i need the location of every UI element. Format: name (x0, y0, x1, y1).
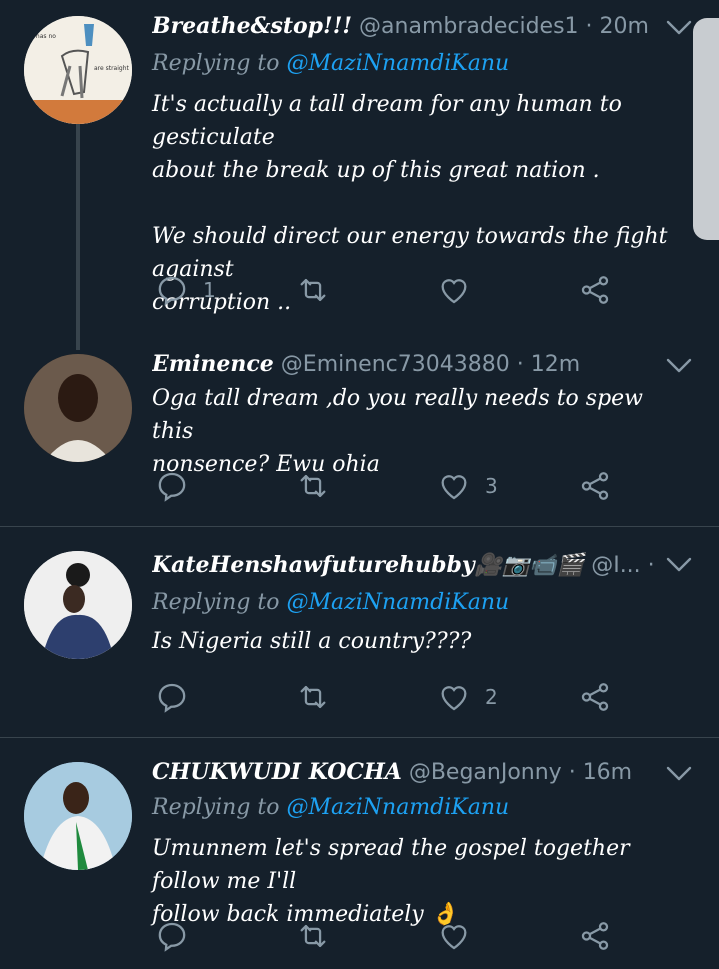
share-button[interactable] (578, 677, 612, 717)
share-button[interactable] (578, 916, 612, 956)
tweet-actions: 2 (0, 677, 719, 717)
mention-link[interactable]: @MaziNnamdiKanu (287, 51, 510, 76)
separator-dot: · (647, 553, 655, 578)
reply-button[interactable] (155, 466, 203, 506)
replying-to-label: Replying to (152, 590, 280, 615)
share-icon (578, 680, 612, 714)
like-button[interactable]: 3 (437, 466, 498, 506)
chevron-down-icon[interactable] (665, 555, 693, 575)
tweet-header: KateHenshawfuturehubby🎥📷📹🎬 @I... · 24m (152, 551, 659, 580)
like-count: 2 (485, 685, 498, 709)
avatar[interactable]: it has no are straight (24, 16, 132, 124)
retweet-icon (296, 469, 330, 503)
separator-dot: · (585, 14, 593, 39)
reply-icon (155, 680, 189, 714)
chevron-down-icon[interactable] (665, 356, 693, 376)
mention-link[interactable]: @MaziNnamdiKanu (287, 795, 510, 820)
retweet-button[interactable] (296, 677, 344, 717)
svg-text:it has no: it has no (30, 33, 56, 40)
user-handle[interactable]: @I... (591, 553, 640, 578)
reply-button[interactable] (155, 677, 203, 717)
avatar[interactable] (24, 354, 132, 462)
like-button[interactable] (437, 270, 485, 310)
tweet-1[interactable]: it has no are straight Breathe&stop!!! @… (0, 0, 719, 350)
like-count: 3 (485, 474, 498, 498)
display-name[interactable]: CHUKWUDI KOCHA (152, 759, 402, 785)
replying-to-label: Replying to (152, 51, 280, 76)
replying-to-label: Replying to (152, 795, 280, 820)
replying-to: Replying to @MaziNnamdiKanu (152, 794, 509, 822)
timestamp[interactable]: 20m (600, 14, 649, 39)
tweet-header: CHUKWUDI KOCHA @BeganJonny · 16m (152, 758, 659, 787)
user-handle[interactable]: @anambradecides1 (359, 14, 579, 39)
user-handle[interactable]: @Eminenc73043880 (281, 352, 510, 377)
like-button[interactable] (437, 916, 485, 956)
retweet-icon (296, 273, 330, 307)
retweet-button[interactable] (296, 916, 344, 956)
reply-icon (155, 469, 189, 503)
retweet-icon (296, 919, 330, 953)
tweet-header: Eminence @Eminenc73043880 · 12m (152, 350, 659, 379)
reply-button[interactable]: 1 (155, 270, 216, 310)
thread-line (76, 124, 80, 350)
timestamp[interactable]: 12m (531, 352, 580, 377)
reply-count: 1 (203, 278, 216, 302)
separator-dot: · (516, 352, 524, 377)
like-icon (437, 469, 471, 503)
like-icon (437, 680, 471, 714)
tweet-header: Breathe&stop!!! @anambradecides1 · 20m (152, 12, 659, 41)
display-name[interactable]: Eminence (152, 351, 274, 377)
tweet-4[interactable]: CHUKWUDI KOCHA @BeganJonny · 16m Replyin… (0, 738, 719, 969)
retweet-icon (296, 680, 330, 714)
user-handle[interactable]: @BeganJonny (409, 760, 562, 785)
like-button[interactable]: 2 (437, 677, 498, 717)
tweet-text: Is Nigeria still a country???? (152, 629, 472, 654)
tweet-actions: 3 (0, 466, 719, 506)
tweet-2[interactable]: Eminence @Eminenc73043880 · 12m Oga tall… (0, 340, 719, 527)
chevron-down-icon[interactable] (665, 764, 693, 784)
retweet-button[interactable] (296, 466, 344, 506)
tweet-actions: 1 (0, 270, 719, 310)
share-button[interactable] (578, 270, 612, 310)
share-icon (578, 919, 612, 953)
like-icon (437, 919, 471, 953)
reply-icon (155, 919, 189, 953)
timestamp[interactable]: 16m (583, 760, 632, 785)
share-icon (578, 469, 612, 503)
display-name[interactable]: Breathe&stop!!! (152, 13, 352, 39)
reply-button[interactable] (155, 916, 203, 956)
display-name[interactable]: KateHenshawfuturehubby🎥📷📹🎬 (152, 552, 584, 578)
replying-to: Replying to @MaziNnamdiKanu (152, 50, 509, 78)
tweet-actions (0, 916, 719, 956)
share-button[interactable] (578, 466, 612, 506)
avatar[interactable] (24, 551, 132, 659)
replying-to: Replying to @MaziNnamdiKanu (152, 589, 509, 617)
share-icon (578, 273, 612, 307)
reply-icon (155, 273, 189, 307)
tweet-3[interactable]: KateHenshawfuturehubby🎥📷📹🎬 @I... · 24m R… (0, 527, 719, 738)
mention-link[interactable]: @MaziNnamdiKanu (287, 590, 510, 615)
retweet-button[interactable] (296, 270, 344, 310)
separator-dot: · (568, 760, 576, 785)
like-icon (437, 273, 471, 307)
chevron-down-icon[interactable] (665, 18, 693, 38)
svg-text:are straight: are straight (94, 65, 130, 72)
avatar[interactable] (24, 762, 132, 870)
